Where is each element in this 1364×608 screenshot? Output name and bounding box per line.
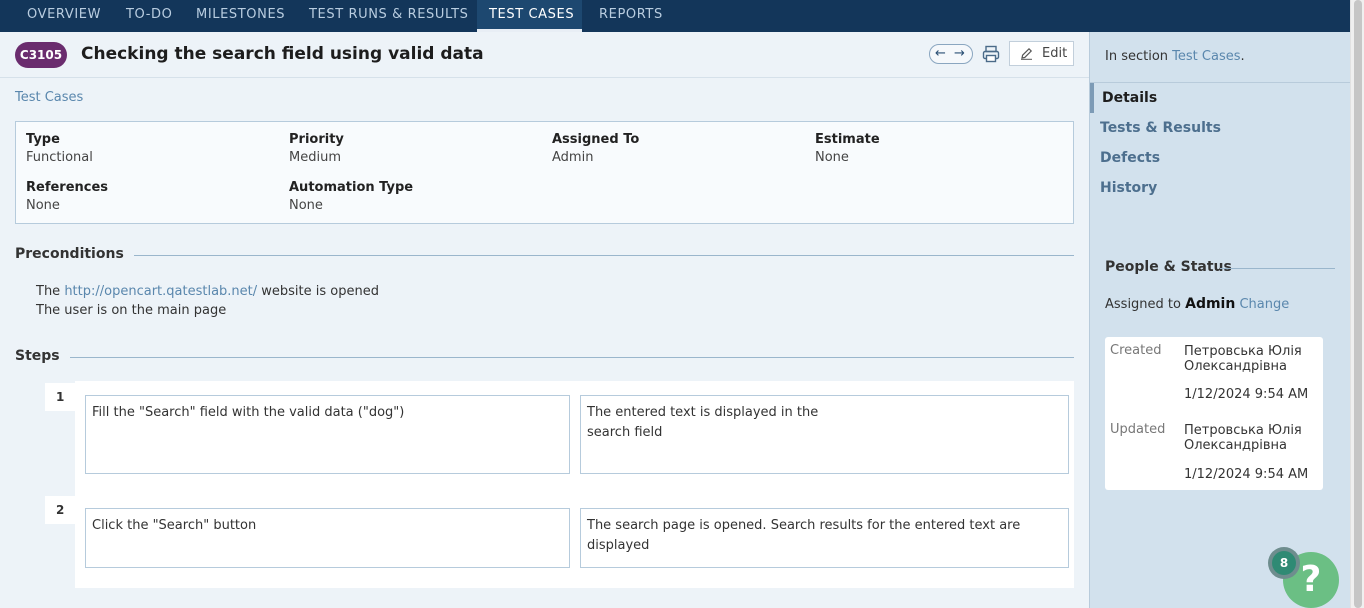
case-title-bar: C3105 Checking the search field using va…	[0, 32, 1089, 78]
tab-reports[interactable]: REPORTS	[587, 0, 667, 32]
field-estimate-value: None	[815, 150, 849, 165]
sidebar-tab-tests-results[interactable]: Tests & Results	[1100, 120, 1221, 136]
preconditions-divider	[15, 255, 1074, 256]
field-automation-type: Automation Type None	[289, 180, 413, 213]
updated-by-line-1: Петровська Юлія	[1184, 423, 1302, 438]
sidebar-section-prefix: In section	[1105, 49, 1173, 64]
precondition-prefix: The	[36, 284, 65, 299]
sidebar-divider	[1090, 82, 1351, 83]
case-id-badge: C3105	[15, 42, 67, 68]
precondition-suffix: website is opened	[257, 284, 379, 299]
main-content: C3105 Checking the search field using va…	[0, 32, 1089, 608]
sidebar-active-indicator	[1090, 83, 1094, 113]
tab-test-runs-results[interactable]: TEST RUNS & RESULTS	[297, 0, 472, 32]
field-priority: Priority Medium	[289, 132, 344, 165]
top-navigation: OVERVIEW TO-DO MILESTONES TEST RUNS & RE…	[0, 0, 1350, 32]
step-expected-result[interactable]: The search page is opened. Search result…	[580, 508, 1069, 568]
people-status-heading: People & Status	[1105, 259, 1232, 275]
preconditions-text: The http://opencart.qatestlab.net/ websi…	[36, 282, 379, 320]
edit-button[interactable]: Edit	[1009, 41, 1074, 66]
tab-milestones[interactable]: MILESTONES	[184, 0, 292, 32]
people-status-divider	[1220, 268, 1335, 269]
tab-test-cases[interactable]: TEST CASES	[477, 0, 582, 32]
field-automation-type-label: Automation Type	[289, 180, 414, 195]
assigned-to-line: Assigned to Admin Change	[1105, 296, 1289, 312]
field-references-label: References	[26, 180, 109, 195]
arrow-left-icon[interactable]: ←	[935, 45, 946, 63]
precondition-line-2: The user is on the main page	[36, 303, 227, 318]
preconditions-heading: Preconditions	[15, 246, 134, 262]
page-scrollbar[interactable]	[1350, 0, 1364, 608]
print-icon[interactable]	[982, 45, 1000, 63]
step-number: 2	[45, 496, 75, 524]
field-references-value: None	[26, 198, 60, 213]
sidebar-tab-details[interactable]: Details	[1102, 90, 1157, 106]
sidebar-section-info: In section Test Cases.	[1105, 49, 1245, 64]
arrow-right-icon[interactable]: →	[954, 45, 965, 63]
edit-button-label: Edit	[1042, 46, 1068, 61]
field-estimate: Estimate None	[815, 132, 880, 165]
assigned-user: Admin	[1185, 296, 1236, 312]
step-expected-line-2: search field	[587, 425, 663, 440]
created-by-line-1: Петровська Юлія	[1184, 344, 1302, 359]
field-priority-label: Priority	[289, 132, 344, 147]
steps-heading: Steps	[15, 348, 70, 364]
notification-count: 8	[1272, 551, 1296, 575]
breadcrumb-section-link[interactable]: Test Cases	[15, 90, 83, 105]
case-fields: Type Functional Priority Medium Assigned…	[15, 121, 1074, 224]
field-assigned-to-label: Assigned To	[552, 132, 640, 147]
updated-timestamp: 1/12/2024 9:54 AM	[1184, 467, 1309, 482]
steps-divider	[15, 357, 1074, 358]
step-number: 1	[45, 383, 75, 411]
sidebar-tab-defects[interactable]: Defects	[1100, 150, 1160, 166]
sidebar: In section Test Cases. Details Tests & R…	[1089, 32, 1351, 608]
step-expected-line-1: The entered text is displayed in the	[587, 405, 819, 420]
step-action[interactable]: Fill the "Search" field with the valid d…	[85, 395, 570, 474]
sidebar-section-suffix: .	[1240, 49, 1245, 64]
field-estimate-label: Estimate	[815, 132, 880, 147]
sidebar-tab-history[interactable]: History	[1100, 180, 1157, 196]
sidebar-section-link[interactable]: Test Cases	[1172, 49, 1240, 64]
precondition-url-link[interactable]: http://opencart.qatestlab.net/	[64, 284, 257, 299]
page-title: Checking the search field using valid da…	[81, 44, 484, 64]
field-type-label: Type	[26, 132, 60, 147]
updated-by-line-2: Олександрівна	[1184, 438, 1287, 453]
step-expected-result[interactable]: The entered text is displayed in the sea…	[580, 395, 1069, 474]
field-references: References None	[26, 180, 108, 213]
created-timestamp: 1/12/2024 9:54 AM	[1184, 387, 1309, 402]
scrollbar-thumb[interactable]	[1354, 0, 1362, 608]
precondition-line-1: The http://opencart.qatestlab.net/ websi…	[36, 282, 379, 301]
step-action[interactable]: Click the "Search" button	[85, 508, 570, 568]
case-navigation: ← →	[929, 44, 973, 64]
field-assigned-to-value: Admin	[552, 150, 594, 165]
change-assignee-link[interactable]: Change	[1239, 297, 1289, 312]
assigned-prefix: Assigned to	[1105, 297, 1186, 312]
field-assigned-to: Assigned To Admin	[552, 132, 639, 165]
created-by-line-2: Олександрівна	[1184, 359, 1287, 374]
field-type: Type Functional	[26, 132, 93, 165]
field-automation-type-value: None	[289, 198, 323, 213]
pencil-icon	[1021, 47, 1033, 60]
created-label: Created	[1110, 343, 1162, 358]
audit-info: Created Петровська Юлія Олександрівна 1/…	[1105, 337, 1323, 490]
notification-badge[interactable]: 8	[1268, 547, 1300, 579]
updated-label: Updated	[1110, 422, 1166, 437]
tab-overview[interactable]: OVERVIEW	[15, 0, 109, 32]
field-type-value: Functional	[26, 150, 93, 165]
field-priority-value: Medium	[289, 150, 341, 165]
tab-todo[interactable]: TO-DO	[114, 0, 176, 32]
